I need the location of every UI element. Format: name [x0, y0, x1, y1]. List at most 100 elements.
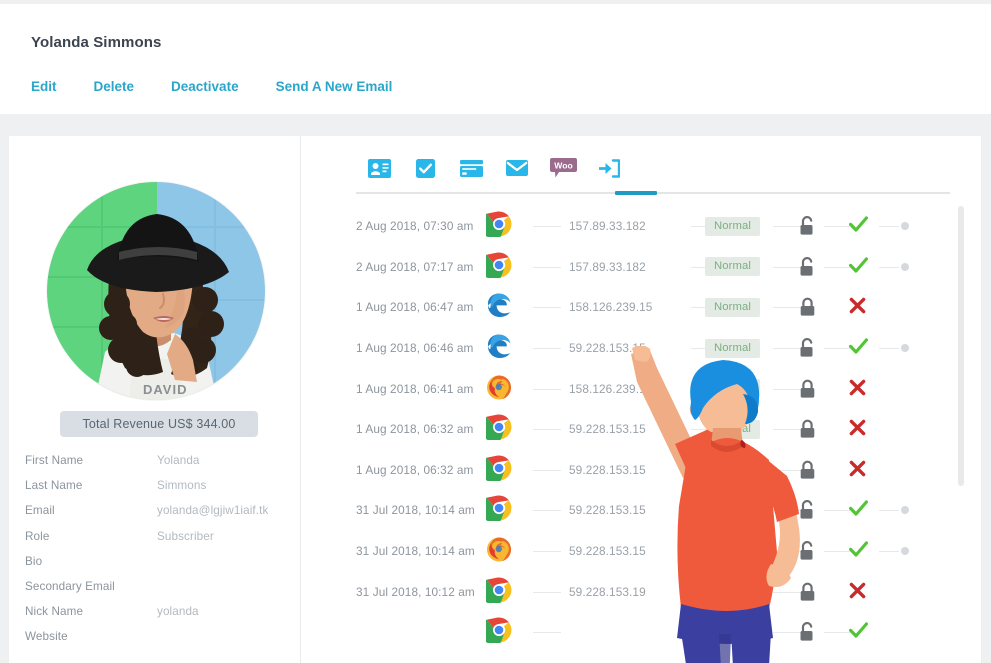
row-connector-dash — [533, 389, 561, 390]
failure-cross-icon — [849, 297, 866, 314]
lock-icon — [799, 582, 816, 602]
field-label: Nick Name — [25, 605, 157, 618]
row-connector-dash — [533, 632, 561, 633]
log-ip-address: 59.228.153.15 — [569, 422, 646, 436]
total-revenue-badge: Total Revenue US$ 344.00 — [60, 411, 258, 437]
log-scrollbar[interactable] — [958, 206, 964, 663]
login-log-row[interactable]: 1 Aug 2018, 06:32 am 59.228.153.15Normal — [301, 409, 958, 450]
login-log-row[interactable]: 31 Jul 2018, 10:12 am 59.228.153.19Norma… — [301, 571, 958, 612]
success-check-icon — [849, 622, 868, 639]
log-lock-icon — [799, 460, 817, 480]
log-failure-icon — [849, 419, 869, 439]
tab-login[interactable] — [586, 150, 632, 186]
field-row-last-name: Last Name Simmons — [25, 479, 287, 504]
log-unlock-icon — [799, 216, 817, 236]
profile-body-card: DAVID — [9, 136, 982, 663]
field-row-role: Role Subscriber — [25, 530, 287, 555]
log-status-badge: Normal — [705, 542, 760, 561]
log-date: 31 Jul 2018, 10:14 am — [356, 503, 475, 517]
tab-envelope[interactable] — [494, 150, 540, 186]
login-log-row[interactable]: 31 Jul 2018, 10:14 am 59.228.153.15Norma… — [301, 490, 958, 531]
log-date: 2 Aug 2018, 07:30 am — [356, 219, 473, 233]
tab-contact-card[interactable] — [356, 150, 402, 186]
log-date: 1 Aug 2018, 06:41 am — [356, 382, 473, 396]
row-connector-dash — [879, 226, 899, 227]
login-icon — [599, 159, 620, 178]
lock-icon — [799, 419, 816, 439]
page-title: Yolanda Simmons — [31, 34, 161, 51]
checkbox-icon — [416, 159, 435, 178]
log-status-badge: Normal — [705, 582, 760, 601]
log-ip-address: 158.126.239.15 — [569, 382, 652, 396]
deactivate-link[interactable]: Deactivate — [171, 79, 239, 94]
login-log-row[interactable]: 1 Aug 2018, 06:47 am 158.126.239.15Norma… — [301, 287, 958, 328]
log-success-icon — [849, 338, 869, 358]
log-scrollbar-thumb[interactable] — [958, 206, 964, 486]
log-date: 1 Aug 2018, 06:32 am — [356, 422, 473, 436]
log-lock-icon — [799, 419, 817, 439]
log-browser-icon — [486, 292, 516, 322]
login-log-row[interactable]: 1 Aug 2018, 06:46 am 59.228.153.15Normal — [301, 328, 958, 369]
field-label: Last Name — [25, 479, 157, 492]
log-browser-icon — [486, 536, 516, 566]
svg-text:DAVID: DAVID — [143, 382, 187, 397]
chrome-icon — [486, 495, 512, 521]
log-date: 31 Jul 2018, 10:12 am — [356, 585, 475, 599]
log-ip-address: 59.228.153.15 — [569, 341, 646, 355]
login-log-row[interactable]: 1 Aug 2018, 06:32 am 59.228.153.15Normal — [301, 450, 958, 491]
success-check-icon — [849, 216, 868, 233]
failure-cross-icon — [849, 582, 866, 599]
log-trailing-dot — [901, 344, 909, 352]
chrome-icon — [486, 252, 512, 278]
login-log-row[interactable]: 2 Aug 2018, 07:30 am 157.89.33.182Normal — [301, 206, 958, 247]
row-connector-dash — [533, 307, 561, 308]
log-lock-icon — [799, 297, 817, 317]
row-connector-dash — [533, 592, 561, 593]
log-browser-icon — [486, 414, 516, 444]
login-log-row[interactable]: 1 Aug 2018, 06:41 am 158.126.239.15Norma… — [301, 368, 958, 409]
field-row-bio: Bio — [25, 555, 287, 580]
profile-header-card: Yolanda Simmons Edit Delete Deactivate S… — [0, 4, 991, 114]
unlock-icon — [799, 500, 816, 520]
log-success-icon — [849, 500, 869, 520]
header-action-bar: Edit Delete Deactivate Send A New Email — [31, 79, 392, 94]
unlock-icon — [799, 541, 816, 561]
chrome-icon — [486, 414, 512, 440]
login-log-list[interactable]: 2 Aug 2018, 07:30 am 157.89.33.182Normal… — [301, 206, 982, 663]
chrome-icon — [486, 617, 512, 643]
profile-field-list: First Name Yolanda Last Name Simmons Ema… — [25, 454, 287, 656]
log-failure-icon — [849, 379, 869, 399]
login-log-row[interactable]: 31 Jul 2018, 10:14 am 59.228.153.15Norma… — [301, 531, 958, 572]
chrome-icon — [486, 455, 512, 481]
tab-woocommerce[interactable]: Woo — [540, 150, 586, 186]
login-log-row[interactable] — [301, 612, 958, 653]
row-connector-dash — [879, 348, 899, 349]
row-connector-dash — [824, 348, 850, 349]
log-status-badge: Normal — [705, 257, 760, 276]
unlock-icon — [799, 216, 816, 236]
row-connector-dash — [824, 632, 850, 633]
chrome-icon — [486, 211, 512, 237]
row-connector-dash — [879, 510, 899, 511]
log-browser-icon — [486, 252, 516, 282]
tab-credit-card[interactable] — [448, 150, 494, 186]
log-ip-address: 59.228.153.15 — [569, 463, 646, 477]
log-lock-icon — [799, 582, 817, 602]
field-label: Secondary Email — [25, 580, 157, 593]
unlock-icon — [799, 338, 816, 358]
lock-icon — [799, 379, 816, 399]
app-page: Yolanda Simmons Edit Delete Deactivate S… — [0, 0, 991, 663]
log-status-badge: Normal — [705, 501, 760, 520]
login-log-row[interactable]: 2 Aug 2018, 07:17 am 157.89.33.182Normal — [301, 247, 958, 288]
delete-link[interactable]: Delete — [94, 79, 135, 94]
edit-link[interactable]: Edit — [31, 79, 57, 94]
log-unlock-icon — [799, 622, 817, 642]
log-success-icon — [849, 622, 869, 642]
tab-active-indicator — [615, 191, 657, 195]
send-a-new-email-link[interactable]: Send A New Email — [276, 79, 393, 94]
log-status-badge: Normal — [705, 460, 760, 479]
tab-checkbox[interactable] — [402, 150, 448, 186]
log-unlock-icon — [799, 541, 817, 561]
log-success-icon — [849, 257, 869, 277]
row-connector-dash — [533, 510, 561, 511]
